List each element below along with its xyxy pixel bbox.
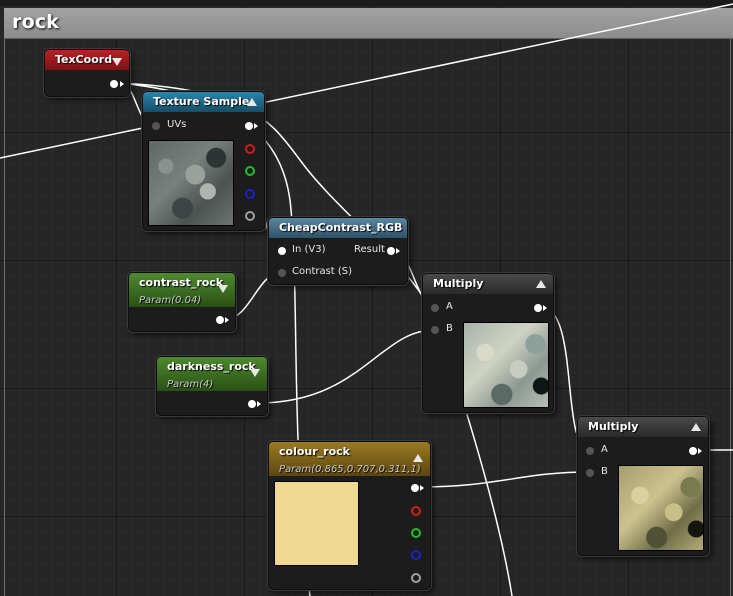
multiply-1-title: Multiply (433, 277, 484, 290)
collapse-triangle-icon[interactable] (691, 423, 701, 431)
texcoord-title: TexCoord (55, 53, 113, 66)
in-v3-label: In (V3) (292, 244, 326, 255)
multiply-1-header[interactable]: Multiply (423, 274, 553, 294)
collapse-triangle-icon[interactable] (247, 98, 257, 106)
texcoord-node[interactable]: TexCoord (44, 49, 130, 97)
a-output-pin[interactable] (245, 211, 255, 221)
b-output-pin[interactable] (245, 189, 255, 199)
collapse-triangle-icon[interactable] (250, 369, 260, 377)
darkness-rock-title: darkness_rock (167, 360, 256, 373)
multiply-1-a-label: A (446, 301, 453, 312)
contrast-input-pin[interactable] (278, 269, 286, 277)
pin-arrow-icon (257, 401, 261, 407)
texcoord-output-pin[interactable] (110, 80, 118, 88)
multiply-2-title: Multiply (588, 420, 639, 433)
colour-r-output-pin[interactable] (411, 506, 421, 516)
texcoord-header[interactable]: TexCoord (45, 50, 129, 70)
collapse-triangle-icon[interactable] (218, 285, 228, 293)
multiply-2-b-label: B (601, 466, 608, 477)
cheapcontrast-header[interactable]: CheapContrast_RGB (269, 218, 407, 238)
texture-preview (148, 140, 234, 226)
g-output-pin[interactable] (245, 166, 255, 176)
colour-a-output-pin[interactable] (411, 573, 421, 583)
darkness-rock-header[interactable]: darkness_rock Param(4) (157, 357, 267, 391)
multiply-2-header[interactable]: Multiply (578, 417, 708, 437)
contrast-rock-output-pin[interactable] (216, 316, 224, 324)
pin-arrow-icon (120, 81, 124, 87)
material-graph-canvas[interactable]: rock TexCoord Texture Sample UVs CheapCo… (0, 0, 733, 596)
multiply-2-a-label: A (601, 444, 608, 455)
uvs-input-pin[interactable] (152, 122, 160, 130)
multiply-2-b-input-pin[interactable] (586, 469, 594, 477)
contrast-rock-title: contrast_rock (139, 276, 224, 289)
colour-rgb-output-pin[interactable] (411, 484, 419, 492)
cheapcontrast-node[interactable]: CheapContrast_RGB In (V3) Result Contras… (268, 217, 408, 285)
darkness-rock-node[interactable]: darkness_rock Param(4) (156, 356, 268, 416)
multiply-1-b-label: B (446, 323, 453, 334)
colour-swatch (274, 481, 359, 566)
multiply-node-1[interactable]: Multiply A B (422, 273, 554, 413)
multiply-2-output-pin[interactable] (689, 447, 697, 455)
uvs-label: UVs (167, 119, 187, 130)
colour-rock-title: colour_rock (279, 445, 350, 458)
contrast-rock-node[interactable]: contrast_rock Param(0.04) (128, 272, 236, 332)
darkness-rock-output-pin[interactable] (248, 400, 256, 408)
result-label: Result (354, 244, 385, 255)
colour-rock-subtitle: Param(0.865,0.707,0.311,1) (279, 464, 421, 475)
pin-arrow-icon (543, 305, 547, 311)
darkness-rock-subtitle: Param(4) (167, 379, 214, 390)
multiply-1-b-input-pin[interactable] (431, 326, 439, 334)
contrast-label: Contrast (S) (292, 266, 353, 277)
texture-sample-title: Texture Sample (153, 95, 250, 108)
multiply-1-preview (463, 322, 549, 408)
pin-arrow-icon (698, 448, 702, 454)
multiply-1-output-pin[interactable] (534, 304, 542, 312)
wire-colour-to-multiply2-b[interactable] (417, 471, 591, 488)
colour-rock-node[interactable]: colour_rock Param(0.865,0.707,0.311,1) (268, 441, 431, 590)
collapse-triangle-icon[interactable] (536, 280, 546, 288)
texture-sample-node[interactable]: Texture Sample UVs (142, 91, 265, 231)
collapse-triangle-icon[interactable] (413, 454, 423, 462)
cheapcontrast-title: CheapContrast_RGB (279, 221, 403, 234)
colour-rock-header[interactable]: colour_rock Param(0.865,0.707,0.311,1) (269, 442, 430, 476)
multiply-node-2[interactable]: Multiply A B (577, 416, 709, 556)
colour-b-output-pin[interactable] (411, 550, 421, 560)
contrast-rock-header[interactable]: contrast_rock Param(0.04) (129, 273, 235, 307)
r-output-pin[interactable] (245, 144, 255, 154)
collapse-triangle-icon[interactable] (112, 58, 122, 66)
wire-darkness-to-multiply-b[interactable] (257, 329, 435, 404)
pin-arrow-icon (396, 248, 400, 254)
rgb-output-pin[interactable] (245, 122, 253, 130)
pin-arrow-icon (254, 123, 258, 129)
pin-arrow-icon (420, 485, 424, 491)
pin-arrow-icon (225, 317, 229, 323)
contrast-rock-subtitle: Param(0.04) (139, 295, 202, 306)
in-v3-input-pin[interactable] (278, 247, 286, 255)
multiply-2-a-input-pin[interactable] (586, 447, 594, 455)
texture-sample-header[interactable]: Texture Sample (143, 92, 264, 112)
multiply-2-preview (618, 465, 704, 551)
result-output-pin[interactable] (387, 247, 395, 255)
multiply-1-a-input-pin[interactable] (431, 304, 439, 312)
colour-g-output-pin[interactable] (411, 528, 421, 538)
